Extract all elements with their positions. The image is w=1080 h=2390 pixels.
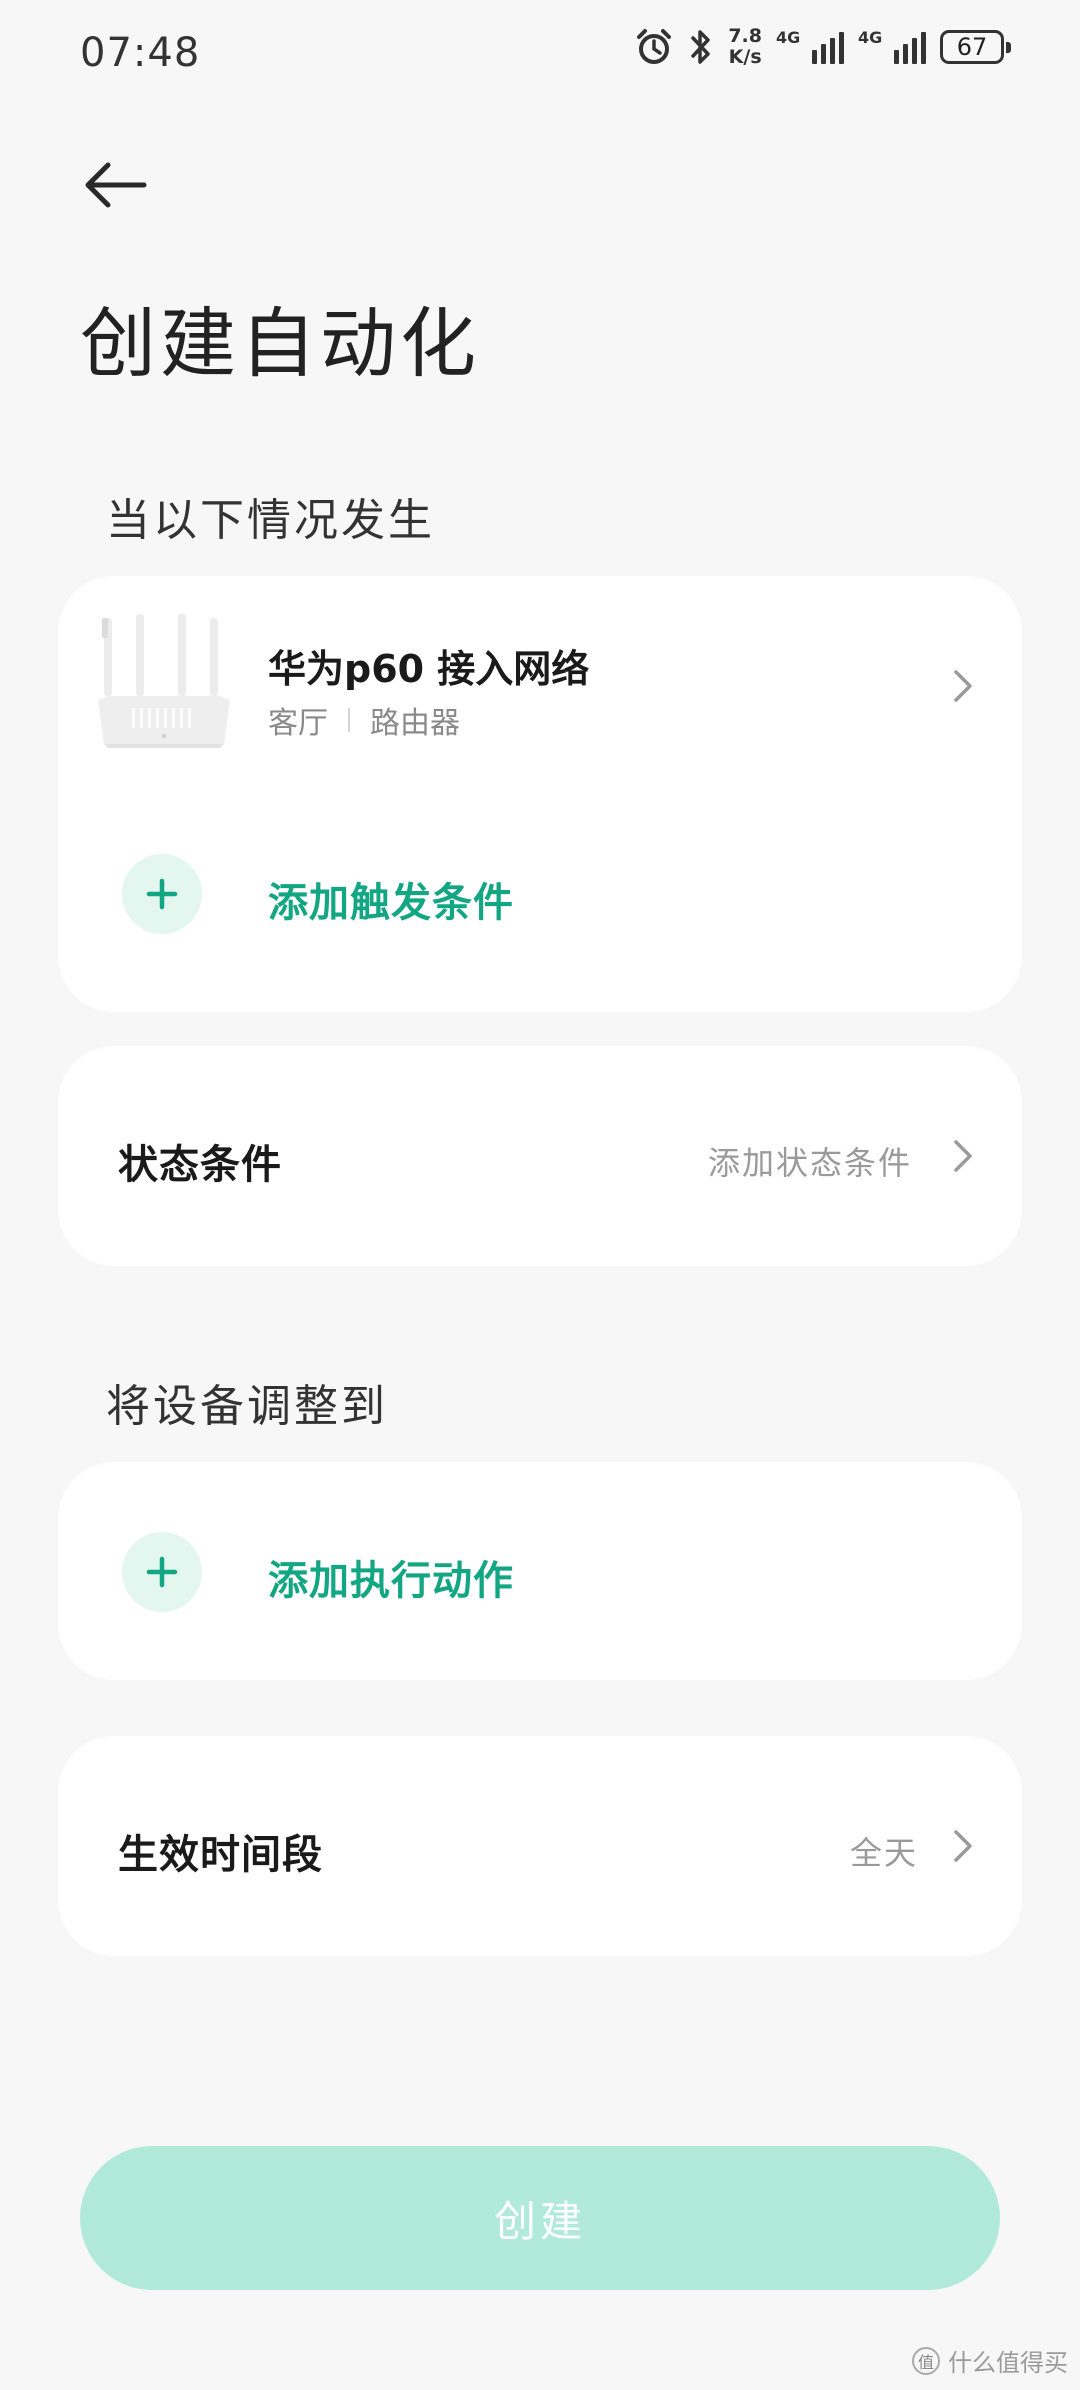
page-title: 创建自动化 <box>80 299 480 388</box>
add-trigger-button[interactable]: 添加触发条件 <box>58 832 1022 952</box>
trigger-section-title: 当以下情况发生 <box>106 495 435 546</box>
add-action-label: 添加执行动作 <box>268 1558 514 1604</box>
effective-period-label: 生效时间段 <box>118 1832 323 1878</box>
chevron-right-icon <box>954 1830 972 1862</box>
network-speed-value: 7.8 <box>728 25 762 47</box>
chevron-right-icon <box>954 1140 972 1172</box>
state-condition-label: 状态条件 <box>118 1142 282 1188</box>
sim2-signal-icon: 4G <box>858 26 926 68</box>
add-action-button[interactable]: 添加执行动作 <box>58 1510 1022 1630</box>
status-bar: 07:48 7.8 K/s 4G 4G 67 <box>0 0 1080 110</box>
battery-level: 67 <box>956 33 988 61</box>
create-button[interactable]: 创建 <box>80 2146 1000 2290</box>
action-section-title: 将设备调整到 <box>106 1381 388 1432</box>
alarm-icon <box>634 27 674 67</box>
network-speed: 7.8 K/s <box>728 26 762 68</box>
watermark: 值 什么值得买 <box>912 2343 1068 2378</box>
status-icons: 7.8 K/s 4G 4G 67 <box>634 26 1011 68</box>
router-icon <box>98 614 230 748</box>
state-condition-card[interactable]: 状态条件 添加状态条件 <box>58 1046 1022 1266</box>
add-trigger-label: 添加触发条件 <box>268 880 514 926</box>
state-condition-value: 添加状态条件 <box>707 1144 912 1182</box>
add-action-plus <box>122 1532 202 1612</box>
trigger-device-row[interactable]: 华为p60 接入网络 客厅 路由器 <box>58 576 1022 796</box>
trigger-card: 华为p60 接入网络 客厅 路由器 添加触发条件 <box>58 576 1022 1012</box>
sim1-signal-icon: 4G <box>776 26 844 68</box>
add-trigger-plus <box>122 854 202 934</box>
plus-icon <box>146 1556 178 1588</box>
watermark-badge: 值 <box>912 2346 940 2375</box>
effective-period-card[interactable]: 生效时间段 全天 <box>58 1736 1022 1956</box>
bluetooth-icon <box>688 27 714 67</box>
effective-period-value: 全天 <box>849 1834 918 1872</box>
sim2-network-label: 4G <box>858 28 883 47</box>
status-time: 07:48 <box>80 30 201 76</box>
network-speed-unit: K/s <box>728 46 762 68</box>
device-meta: 客厅 路由器 <box>268 698 460 742</box>
arrow-left-icon <box>85 162 147 208</box>
plus-icon <box>146 878 178 910</box>
device-type: 路由器 <box>370 706 460 741</box>
chevron-right-icon <box>954 670 972 702</box>
meta-divider <box>348 708 350 732</box>
watermark-text: 什么值得买 <box>948 2349 1068 2377</box>
back-button[interactable] <box>70 140 160 230</box>
battery-icon: 67 <box>940 30 1011 64</box>
action-card: 添加执行动作 <box>58 1462 1022 1680</box>
sim1-network-label: 4G <box>776 28 801 47</box>
device-room: 客厅 <box>268 706 328 741</box>
device-name: 华为p60 接入网络 <box>268 647 590 691</box>
